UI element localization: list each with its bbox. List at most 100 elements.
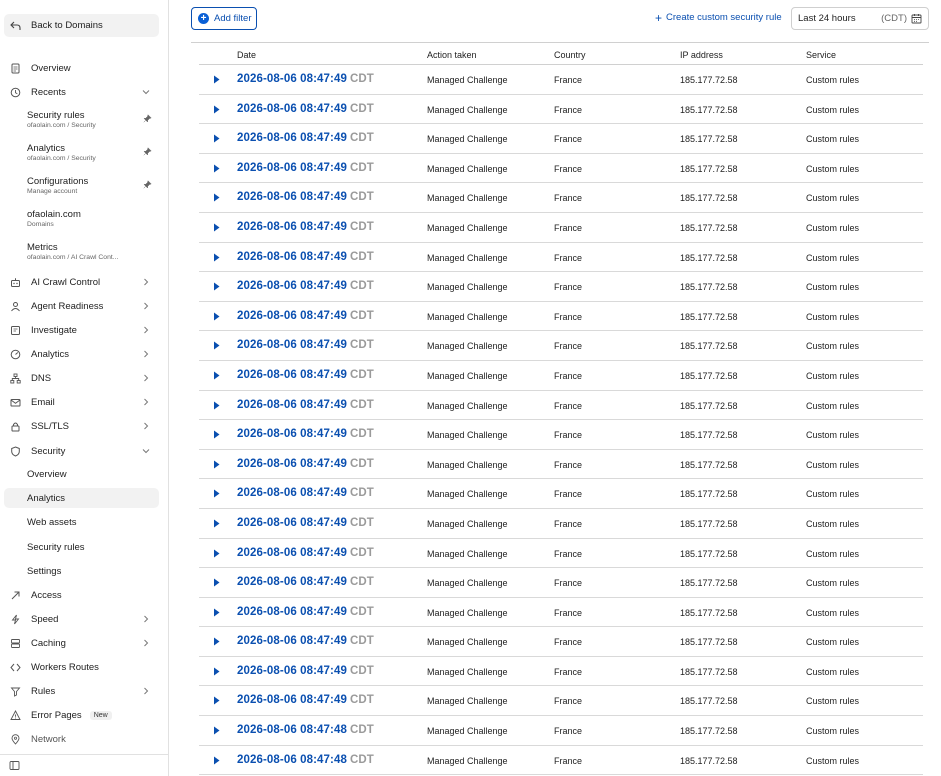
sidebar-item-dns[interactable]: DNS xyxy=(4,368,159,388)
back-to-domains-button[interactable]: Back to Domains xyxy=(4,14,159,37)
expand-caret-icon[interactable] xyxy=(213,134,220,143)
event-date[interactable]: 2026-08-06 08:47:49 CDT xyxy=(237,103,374,115)
expand-caret-icon[interactable] xyxy=(213,667,220,676)
table-row[interactable]: 2026-08-06 08:47:49 CDT Managed Challenge F… xyxy=(199,361,923,391)
sidebar-item-workers-routes[interactable]: Workers Routes xyxy=(4,657,159,677)
recent-item-domain[interactable]: ofaolain.com Domains xyxy=(27,209,155,229)
expand-caret-icon[interactable] xyxy=(213,608,220,617)
event-date[interactable]: 2026-08-06 08:47:49 CDT xyxy=(237,251,374,263)
event-date[interactable]: 2026-08-06 08:47:48 CDT xyxy=(237,724,374,736)
expand-caret-icon[interactable] xyxy=(213,489,220,498)
table-row[interactable]: 2026-08-06 08:47:48 CDT Managed Challenge F… xyxy=(199,746,923,776)
event-date[interactable]: 2026-08-06 08:47:49 CDT xyxy=(237,606,374,618)
sidebar-subitem-security-analytics[interactable]: Analytics xyxy=(4,488,159,508)
table-row[interactable]: 2026-08-06 08:47:49 CDT Managed Challenge F… xyxy=(199,272,923,302)
event-date[interactable]: 2026-08-06 08:47:49 CDT xyxy=(237,576,374,588)
column-header-service[interactable]: Service xyxy=(806,50,836,60)
sidebar-item-overview[interactable]: Overview xyxy=(4,58,159,78)
event-date[interactable]: 2026-08-06 08:47:49 CDT xyxy=(237,280,374,292)
expand-caret-icon[interactable] xyxy=(213,401,220,410)
table-row[interactable]: 2026-08-06 08:47:49 CDT Managed Challenge F… xyxy=(199,479,923,509)
table-row[interactable]: 2026-08-06 08:47:49 CDT Managed Challenge F… xyxy=(199,154,923,184)
pin-icon[interactable] xyxy=(143,147,152,156)
table-row[interactable]: 2026-08-06 08:47:49 CDT Managed Challenge F… xyxy=(199,568,923,598)
column-header-ip[interactable]: IP address xyxy=(680,50,723,60)
recent-item-configurations[interactable]: Configurations Manage account xyxy=(27,176,155,196)
expand-caret-icon[interactable] xyxy=(213,726,220,735)
expand-caret-icon[interactable] xyxy=(213,341,220,350)
event-date[interactable]: 2026-08-06 08:47:49 CDT xyxy=(237,339,374,351)
expand-caret-icon[interactable] xyxy=(213,430,220,439)
table-row[interactable]: 2026-08-06 08:47:49 CDT Managed Challenge F… xyxy=(199,331,923,361)
event-date[interactable]: 2026-08-06 08:47:49 CDT xyxy=(237,73,374,85)
expand-caret-icon[interactable] xyxy=(213,756,220,765)
column-header-action[interactable]: Action taken xyxy=(427,50,477,60)
table-row[interactable]: 2026-08-06 08:47:49 CDT Managed Challenge F… xyxy=(199,124,923,154)
event-date[interactable]: 2026-08-06 08:47:49 CDT xyxy=(237,547,374,559)
sidebar-item-ssl-tls[interactable]: SSL/TLS xyxy=(4,416,159,436)
event-date[interactable]: 2026-08-06 08:47:49 CDT xyxy=(237,399,374,411)
table-row[interactable]: 2026-08-06 08:47:48 CDT Managed Challenge F… xyxy=(199,716,923,746)
sidebar-item-investigate[interactable]: Investigate xyxy=(4,320,159,340)
expand-caret-icon[interactable] xyxy=(213,75,220,84)
sidebar-item-agent-readiness[interactable]: Agent Readiness xyxy=(4,296,159,316)
expand-caret-icon[interactable] xyxy=(213,164,220,173)
sidebar-subitem-settings[interactable]: Settings xyxy=(4,561,159,581)
expand-caret-icon[interactable] xyxy=(213,637,220,646)
table-row[interactable]: 2026-08-06 08:47:49 CDT Managed Challenge F… xyxy=(199,539,923,569)
column-header-date[interactable]: Date xyxy=(237,50,256,60)
recent-item-analytics[interactable]: Analytics ofaolain.com / Security xyxy=(27,143,155,163)
event-date[interactable]: 2026-08-06 08:47:49 CDT xyxy=(237,162,374,174)
event-date[interactable]: 2026-08-06 08:47:49 CDT xyxy=(237,517,374,529)
event-date[interactable]: 2026-08-06 08:47:49 CDT xyxy=(237,191,374,203)
sidebar-item-speed[interactable]: Speed xyxy=(4,609,159,629)
event-date[interactable]: 2026-08-06 08:47:49 CDT xyxy=(237,369,374,381)
expand-caret-icon[interactable] xyxy=(213,223,220,232)
event-date[interactable]: 2026-08-06 08:47:49 CDT xyxy=(237,310,374,322)
table-row[interactable]: 2026-08-06 08:47:49 CDT Managed Challenge F… xyxy=(199,598,923,628)
event-date[interactable]: 2026-08-06 08:47:49 CDT xyxy=(237,665,374,677)
table-row[interactable]: 2026-08-06 08:47:49 CDT Managed Challenge F… xyxy=(199,627,923,657)
date-range-picker[interactable]: Last 24 hours (CDT) xyxy=(791,7,929,30)
expand-caret-icon[interactable] xyxy=(213,578,220,587)
table-row[interactable]: 2026-08-06 08:47:49 CDT Managed Challenge F… xyxy=(199,302,923,332)
sidebar-item-analytics[interactable]: Analytics xyxy=(4,344,159,364)
collapse-sidebar-icon[interactable] xyxy=(9,760,20,771)
pin-icon[interactable] xyxy=(143,114,152,123)
sidebar-item-rules[interactable]: Rules xyxy=(4,681,159,701)
event-date[interactable]: 2026-08-06 08:47:49 CDT xyxy=(237,458,374,470)
sidebar-item-recents[interactable]: Recents xyxy=(4,82,159,102)
column-header-country[interactable]: Country xyxy=(554,50,586,60)
sidebar-item-security[interactable]: Security xyxy=(4,441,159,461)
expand-caret-icon[interactable] xyxy=(213,371,220,380)
expand-caret-icon[interactable] xyxy=(213,696,220,705)
sidebar-subitem-security-rules[interactable]: Security rules xyxy=(4,537,159,557)
table-row[interactable]: 2026-08-06 08:47:49 CDT Managed Challenge F… xyxy=(199,686,923,717)
expand-caret-icon[interactable] xyxy=(213,312,220,321)
expand-caret-icon[interactable] xyxy=(213,253,220,262)
expand-caret-icon[interactable] xyxy=(213,193,220,202)
sidebar-item-network[interactable]: Network xyxy=(4,729,159,749)
table-row[interactable]: 2026-08-06 08:47:49 CDT Managed Challenge F… xyxy=(199,391,923,421)
event-date[interactable]: 2026-08-06 08:47:49 CDT xyxy=(237,694,374,706)
table-row[interactable]: 2026-08-06 08:47:49 CDT Managed Challenge F… xyxy=(199,509,923,539)
recent-item-security-rules[interactable]: Security rules ofaolain.com / Security xyxy=(27,110,155,130)
pin-icon[interactable] xyxy=(143,180,152,189)
sidebar-item-ai-crawl-control[interactable]: AI Crawl Control xyxy=(4,272,159,292)
create-custom-security-rule-link[interactable]: + Create custom security rule xyxy=(655,12,782,24)
recent-item-metrics[interactable]: Metrics ofaolain.com / AI Crawl Cont... xyxy=(27,242,155,262)
add-filter-button[interactable]: + Add filter xyxy=(191,7,257,30)
table-row[interactable]: 2026-08-06 08:47:49 CDT Managed Challenge F… xyxy=(199,65,923,95)
event-date[interactable]: 2026-08-06 08:47:49 CDT xyxy=(237,428,374,440)
table-row[interactable]: 2026-08-06 08:47:49 CDT Managed Challenge F… xyxy=(199,183,923,213)
table-row[interactable]: 2026-08-06 08:47:49 CDT Managed Challenge F… xyxy=(199,95,923,125)
sidebar-item-email[interactable]: Email xyxy=(4,392,159,412)
sidebar-subitem-web-assets[interactable]: Web assets xyxy=(4,512,159,532)
sidebar-item-caching[interactable]: Caching xyxy=(4,633,159,653)
event-date[interactable]: 2026-08-06 08:47:49 CDT xyxy=(237,221,374,233)
expand-caret-icon[interactable] xyxy=(213,105,220,114)
sidebar-subitem-security-overview[interactable]: Overview xyxy=(4,464,159,484)
expand-caret-icon[interactable] xyxy=(213,460,220,469)
table-row[interactable]: 2026-08-06 08:47:49 CDT Managed Challenge F… xyxy=(199,420,923,450)
sidebar-item-access[interactable]: Access xyxy=(4,585,159,605)
